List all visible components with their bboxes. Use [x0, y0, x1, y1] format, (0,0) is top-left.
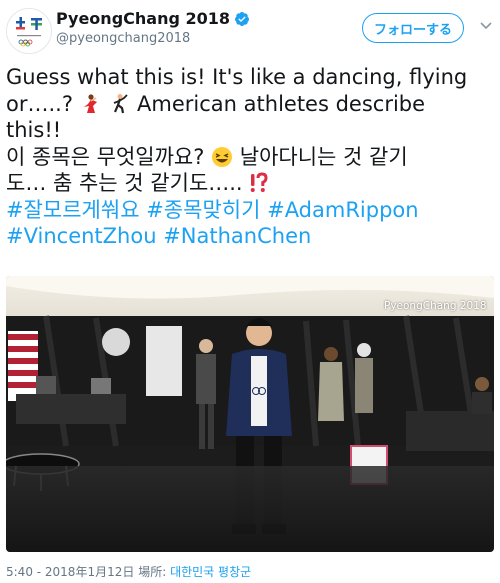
- hashtag-link[interactable]: #종목맞히기: [146, 198, 260, 222]
- follow-button[interactable]: フォローする: [362, 13, 464, 43]
- tweet-text-segment: 이 종목은 무엇일까요?: [6, 144, 205, 169]
- tweet-line: #잘모르게쒀요 #종목맞히기 #AdamRippon: [6, 197, 494, 224]
- exclamation-question-icon: [251, 172, 268, 192]
- chevron-down-icon[interactable]: [480, 22, 492, 30]
- avatar[interactable]: [6, 8, 52, 54]
- dancer-emoji-icon: [83, 93, 97, 113]
- tweet-text: Guess what this is! It's like a dancing,…: [6, 64, 494, 250]
- tweet-line: #VincentZhou #NathanChen: [6, 223, 494, 250]
- tweet-header: PyeongChang 2018 @pyeongchang2018 フォローする: [0, 0, 500, 56]
- location-link[interactable]: 대한민국 평창군: [170, 565, 251, 579]
- laughing-face-emoji-icon: [212, 146, 233, 167]
- tweet-text-segment: 도… 춤 추는 것 같기도…..: [6, 171, 243, 195]
- man-dancing-emoji-icon: [114, 93, 128, 113]
- tweet-text-segment: American athletes describe: [137, 91, 426, 116]
- tweet-text-segment: or…..?: [6, 91, 73, 116]
- tweet-line: 도… 춤 추는 것 같기도…..: [6, 170, 494, 197]
- user-handle[interactable]: @pyeongchang2018: [56, 31, 190, 46]
- tweet-text-segment: Guess what this is! It's like a dancing,…: [6, 65, 468, 89]
- hashtag-link[interactable]: #잘모르게쒀요: [6, 198, 140, 222]
- hashtag-link[interactable]: #VincentZhou: [6, 224, 157, 248]
- hashtag-link[interactable]: #NathanChen: [163, 224, 311, 248]
- tweet-footer: 5:40 - 2018年1月12日 場所: 대한민국 평창군: [6, 563, 251, 580]
- tweet-line: Guess what this is! It's like a dancing,…: [6, 64, 494, 91]
- hashtag-link[interactable]: #AdamRippon: [267, 198, 419, 222]
- verified-badge-icon: [235, 11, 250, 26]
- name-row: PyeongChang 2018: [56, 9, 250, 28]
- timestamp[interactable]: 5:40 - 2018年1月12日: [6, 565, 134, 579]
- location-label: 場所:: [138, 565, 167, 579]
- tweet-media-video[interactable]: PyeongChang 2018: [6, 276, 494, 552]
- tweet-line: or…..? American athletes describe: [6, 91, 494, 118]
- tweet-text-segment: this!!: [6, 118, 62, 142]
- pyeongchang-logo-icon: [7, 9, 51, 53]
- video-thumbnail-image: [6, 276, 494, 552]
- tweet-line: 이 종목은 무엇일까요? 날아다니는 것 같기: [6, 144, 494, 171]
- display-name[interactable]: PyeongChang 2018: [56, 9, 230, 28]
- video-watermark: PyeongChang 2018: [384, 300, 487, 312]
- tweet-text-segment: 날아다니는 것 같기: [239, 144, 408, 169]
- tweet-line: this!!: [6, 117, 494, 144]
